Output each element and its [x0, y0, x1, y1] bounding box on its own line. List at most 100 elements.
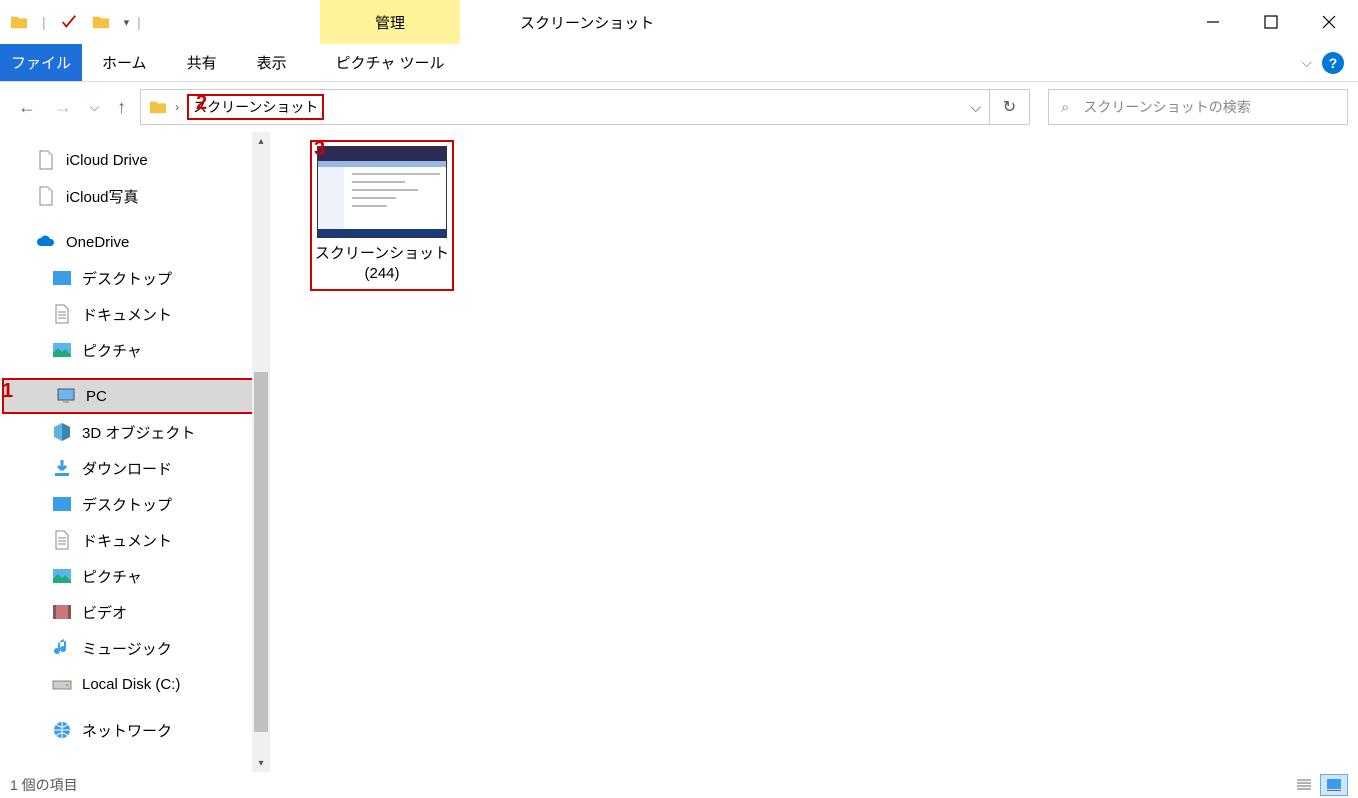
search-icon: ⌕ [1061, 99, 1069, 116]
sidebar-item-desktop2[interactable]: デスクトップ [0, 486, 270, 522]
tab-share[interactable]: 共有 [167, 44, 237, 81]
folder-icon [149, 98, 167, 116]
context-tab-header: 管理 [320, 0, 460, 44]
sidebar-item-desktop[interactable]: デスクトップ [0, 260, 270, 296]
checkmark-icon[interactable] [60, 13, 78, 31]
ribbon-right: ⌵ ? [1301, 44, 1358, 81]
sidebar-item-label: ドキュメント [82, 304, 172, 325]
doc-icon [36, 186, 56, 206]
qat-dropdown-icon[interactable]: ▾ [124, 16, 130, 29]
music-icon [52, 638, 72, 658]
scroll-down-icon[interactable]: ▾ [252, 754, 270, 772]
qat-separator: | [42, 14, 46, 30]
scroll-up-icon[interactable]: ▴ [252, 132, 270, 150]
chevron-right-icon[interactable]: › [175, 100, 179, 114]
minimize-button[interactable] [1184, 0, 1242, 44]
sidebar: ▴ ▾ iCloud Drive iCloud写真 OneDrive デスクトッ… [0, 132, 270, 772]
search-box[interactable]: ⌕ スクリーンショットの検索 [1048, 89, 1348, 125]
details-view-button[interactable] [1290, 774, 1318, 796]
address-dropdown-icon[interactable]: ⌵ [970, 99, 981, 116]
sidebar-item-label: 3D オブジェクト [82, 422, 195, 443]
folder-icon [52, 268, 72, 288]
file-thumbnail [317, 146, 447, 238]
up-button[interactable]: ↑ [117, 97, 126, 118]
forward-button[interactable]: → [54, 97, 72, 118]
sidebar-item-music[interactable]: ミュージック [0, 630, 270, 666]
picture-tools-tab[interactable]: ピクチャ ツール [320, 44, 460, 82]
tab-home[interactable]: ホーム [82, 44, 167, 81]
sidebar-item-label: iCloud Drive [66, 152, 148, 169]
back-button[interactable]: ← [18, 97, 36, 118]
doc-lines-icon [52, 304, 72, 324]
file-name-line2: (244) [314, 264, 450, 284]
sidebar-item-label: ビデオ [82, 602, 127, 623]
sidebar-item-icloud-photos[interactable]: iCloud写真 [0, 178, 270, 214]
doc-icon [36, 150, 56, 170]
sidebar-item-label: ピクチャ [82, 340, 142, 361]
sidebar-item-onedrive[interactable]: OneDrive [0, 224, 270, 260]
sidebar-item-icloud-drive[interactable]: iCloud Drive [0, 142, 270, 178]
pc-icon [56, 386, 76, 406]
video-icon [52, 602, 72, 622]
thumbnails-view-button[interactable] [1320, 774, 1348, 796]
close-button[interactable] [1300, 0, 1358, 44]
sidebar-item-videos[interactable]: ビデオ [0, 594, 270, 630]
status-item-count: 1 個の項目 [10, 775, 78, 795]
sidebar-item-documents2[interactable]: ドキュメント [0, 522, 270, 558]
content-pane[interactable]: スクリーンショット (244) [270, 132, 1358, 772]
statusbar: 1 個の項目 [0, 772, 1358, 798]
body: ▴ ▾ iCloud Drive iCloud写真 OneDrive デスクトッ… [0, 132, 1358, 772]
sidebar-item-3d[interactable]: 3D オブジェクト [0, 414, 270, 450]
pic-icon [52, 566, 72, 586]
recent-dropdown-icon[interactable]: ⌵ [90, 100, 99, 115]
sidebar-item-label: Local Disk (C:) [82, 676, 180, 693]
maximize-button[interactable] [1242, 0, 1300, 44]
sidebar-item-label: PC [86, 388, 107, 405]
titlebar-left: | ▾ | [0, 13, 141, 31]
help-icon[interactable]: ? [1322, 52, 1344, 74]
tab-view[interactable]: 表示 [237, 44, 307, 81]
ribbon: ファイル ホーム 共有 表示 ピクチャ ツール ⌵ ? [0, 44, 1358, 82]
cloud-icon [36, 232, 56, 252]
sidebar-item-pictures2[interactable]: ピクチャ [0, 558, 270, 594]
sidebar-item-label: OneDrive [66, 234, 129, 251]
refresh-button[interactable]: ↻ [990, 89, 1030, 125]
scroll-thumb[interactable] [254, 372, 268, 732]
sidebar-item-label: デスクトップ [82, 494, 172, 515]
sidebar-item-pc[interactable]: PC [2, 378, 268, 414]
sidebar-item-label: デスクトップ [82, 268, 172, 289]
qat-separator: | [137, 14, 141, 30]
network-icon [52, 720, 72, 740]
sidebar-item-localdisk[interactable]: Local Disk (C:) [0, 666, 270, 702]
window-controls [1184, 0, 1358, 44]
sidebar-item-downloads[interactable]: ダウンロード [0, 450, 270, 486]
breadcrumb-current[interactable]: スクリーンショット [187, 94, 324, 120]
pic-icon [52, 340, 72, 360]
sidebar-item-label: ピクチャ [82, 566, 142, 587]
download-icon [52, 458, 72, 478]
scrollbar[interactable]: ▴ ▾ [252, 132, 270, 772]
folder-icon [52, 494, 72, 514]
disk-icon [52, 674, 72, 694]
view-switcher [1290, 774, 1348, 796]
cube-icon [52, 422, 72, 442]
nav-arrows: ← → ⌵ ↑ [10, 97, 134, 118]
sidebar-item-documents[interactable]: ドキュメント [0, 296, 270, 332]
file-tab[interactable]: ファイル [0, 44, 82, 81]
ribbon-collapse-icon[interactable]: ⌵ [1301, 54, 1312, 71]
sidebar-item-label: ドキュメント [82, 530, 172, 551]
address-bar[interactable]: › スクリーンショット ⌵ [140, 89, 990, 125]
window-title: スクリーンショット [520, 12, 654, 33]
folder-icon [92, 13, 110, 31]
annotation-3: 3 [314, 138, 325, 161]
file-name-line1: スクリーンショット [314, 244, 450, 264]
sidebar-item-pictures[interactable]: ピクチャ [0, 332, 270, 368]
sidebar-item-label: iCloud写真 [66, 186, 139, 207]
file-item[interactable]: スクリーンショット (244) [310, 140, 454, 291]
titlebar: | ▾ | 管理 スクリーンショット [0, 0, 1358, 44]
search-placeholder: スクリーンショットの検索 [1083, 97, 1250, 117]
doc-lines-icon [52, 530, 72, 550]
sidebar-item-network[interactable]: ネットワーク [0, 712, 270, 748]
annotation-2: 2 [196, 92, 207, 115]
folder-icon [10, 13, 28, 31]
